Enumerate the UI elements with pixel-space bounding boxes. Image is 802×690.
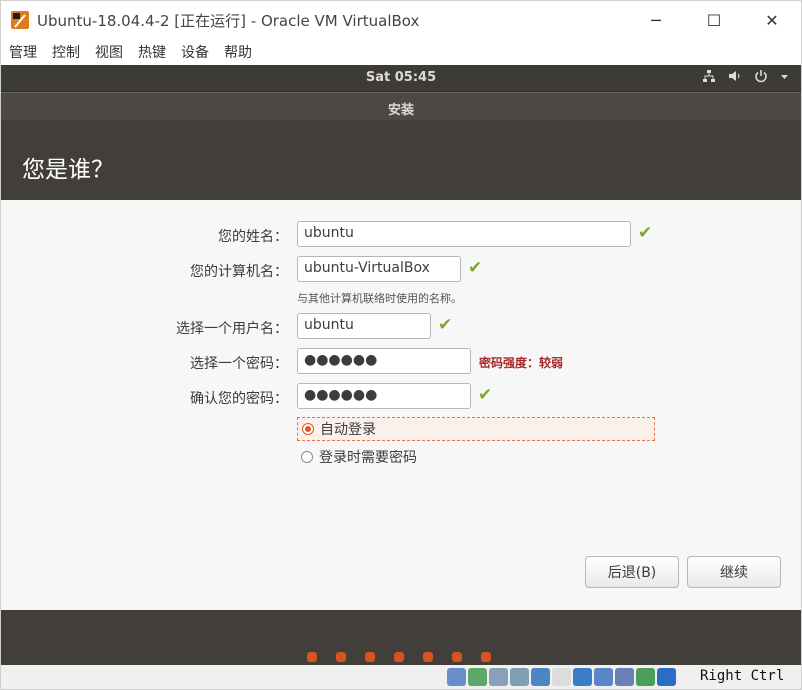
confirm-password-valid-check-icon: ✔ [478,385,493,405]
computer-name-field[interactable]: ubuntu-VirtualBox [297,256,461,282]
menu-help[interactable]: 帮助 [224,42,252,62]
progress-dot [307,652,317,662]
computer-name-hint: 与其他计算机联络时使用的名称。 [297,292,462,305]
menu-manage[interactable]: 管理 [9,42,37,62]
username-label: 选择一个用户名： [176,321,288,337]
guest-additions-icon[interactable] [636,668,655,686]
window-title: Ubuntu-18.04.4-2 [正在运行] - Oracle VM Virt… [37,12,420,30]
virtualbox-app-icon [11,11,29,29]
installer-footer [1,610,801,665]
progress-dots [307,652,491,662]
system-tray[interactable] [702,69,789,83]
auto-login-option[interactable]: 自动登录 [297,417,655,441]
installer-window: 安装 您是谁？ 您的姓名： ubuntu ✔ 您的计算机名： ubuntu-Vi… [1,92,801,665]
menu-control[interactable]: 控制 [52,42,80,62]
minimize-button[interactable]: ─ [627,1,685,39]
optical-drive-icon[interactable] [468,668,487,686]
status-bar: Right Ctrl [1,665,801,689]
password-label: 选择一个密码： [190,356,288,372]
installer-title-bar: 安装 [1,92,801,120]
username-field[interactable]: ubuntu [297,313,431,339]
status-icons [447,668,676,686]
maximize-button[interactable]: ☐ [685,1,743,39]
keyboard-capture-icon[interactable] [657,668,676,686]
auto-login-label: 自动登录 [320,422,376,438]
menu-hotkeys[interactable]: 热键 [138,42,166,62]
name-field[interactable]: ubuntu [297,221,631,247]
require-password-label: 登录时需要密码 [319,450,417,466]
guest-top-panel: Sat 05:45 [1,65,801,91]
guest-display: Sat 05:45 安装 您是谁？ 您的姓名： ubuntu ✔ 您的计算机名：… [1,65,801,665]
host-key-label: Right Ctrl [700,668,785,684]
auto-login-radio[interactable] [302,423,314,435]
name-label: 您的姓名： [218,229,288,245]
chevron-down-icon [781,74,788,79]
menu-devices[interactable]: 设备 [181,42,209,62]
usb-icon[interactable] [531,668,550,686]
progress-dot [336,652,346,662]
require-password-radio[interactable] [301,451,313,463]
network-status-icon[interactable] [510,668,529,686]
progress-dot [394,652,404,662]
require-password-option[interactable]: 登录时需要密码 [297,445,497,469]
name-valid-check-icon: ✔ [638,223,653,243]
video-capture-icon[interactable] [594,668,613,686]
audio-icon[interactable] [489,668,508,686]
progress-dot [365,652,375,662]
close-button[interactable]: ✕ [743,1,801,39]
power-icon [755,70,767,83]
who-are-you-form: 您的姓名： ubuntu ✔ 您的计算机名： ubuntu-VirtualBox… [1,200,801,610]
progress-dot [452,652,462,662]
continue-button[interactable]: 继续 [687,556,781,588]
progress-dot [423,652,433,662]
menu-view[interactable]: 视图 [95,42,123,62]
username-valid-check-icon: ✔ [438,315,453,335]
volume-icon [729,71,740,81]
menu-bar: 管理 控制 视图 热键 设备 帮助 [1,39,801,65]
display-icon[interactable] [573,668,592,686]
network-icon [703,70,715,82]
virtualization-icon[interactable] [615,668,634,686]
page-title: 您是谁？ [22,157,114,183]
hard-disk-icon[interactable] [447,668,466,686]
computer-name-label: 您的计算机名： [190,264,288,280]
virtualbox-window: Ubuntu-18.04.4-2 [正在运行] - Oracle VM Virt… [0,0,802,690]
confirm-password-label: 确认您的密码： [190,391,288,407]
progress-dot [481,652,491,662]
title-bar: Ubuntu-18.04.4-2 [正在运行] - Oracle VM Virt… [1,1,801,39]
computer-name-valid-check-icon: ✔ [468,258,483,278]
password-strength-text: 密码强度：较弱 [479,356,564,370]
back-button[interactable]: 后退(B) [585,556,679,588]
installer-header: 您是谁？ [1,120,801,200]
installer-title: 安装 [387,103,414,118]
shared-folders-icon[interactable] [552,668,571,686]
password-field[interactable]: ●●●●●● [297,348,471,374]
confirm-password-field[interactable]: ●●●●●● [297,383,471,409]
guest-clock[interactable]: Sat 05:45 [1,70,801,85]
